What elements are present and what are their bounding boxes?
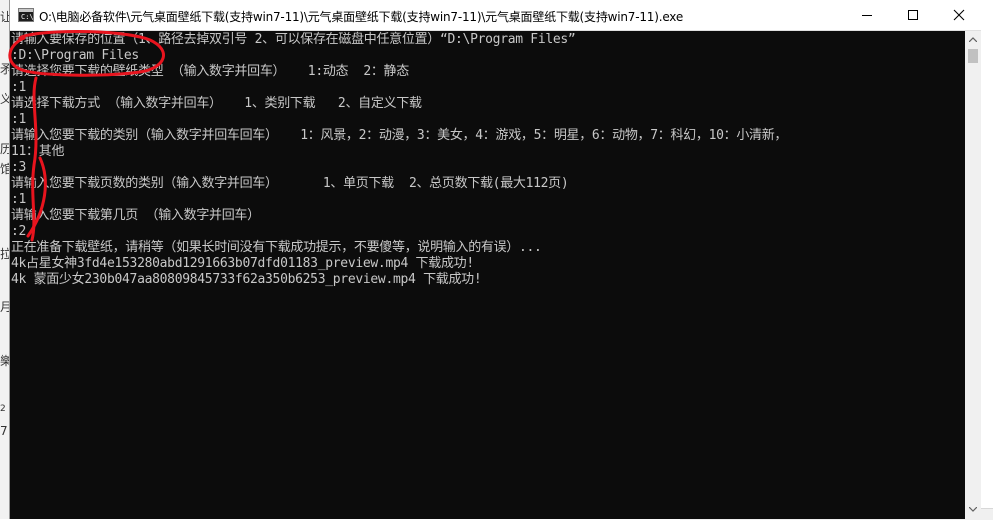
close-button[interactable] <box>936 0 982 30</box>
window-title: O:\电脑必备软件\元气桌面壁纸下载(支持win7-11)\元气桌面壁纸下载(支… <box>39 10 684 24</box>
console-line: :2 <box>11 224 27 239</box>
vertical-scrollbar[interactable] <box>965 31 981 519</box>
scrollbar-thumb[interactable] <box>968 49 978 63</box>
console-line: 请输入您要下载第几页 （输入数字并回车） <box>11 208 260 223</box>
console-line: 4k占星女神3fd4e153280abd1291663b07dfd01183_p… <box>11 256 474 271</box>
console-line: :1 <box>11 192 27 207</box>
maximize-icon <box>908 10 918 20</box>
chevron-down-icon <box>969 507 977 512</box>
console-window: C:\ O:\电脑必备软件\元气桌面壁纸下载(支持win7-11)\元气桌面壁纸… <box>9 0 981 519</box>
console-line: :1 <box>11 80 27 95</box>
scroll-up-button[interactable] <box>965 31 981 48</box>
console-line: 请输入您要下载页数的类别（输入数字并回车） 1、单页下载 2、总页数下载(最大1… <box>11 176 569 191</box>
console-line: :3 <box>11 160 27 175</box>
close-icon <box>953 9 965 21</box>
console-line: 11：其他 <box>11 144 65 159</box>
title-bar[interactable]: C:\ O:\电脑必备软件\元气桌面壁纸下载(支持win7-11)\元气桌面壁纸… <box>10 0 981 31</box>
console-line: 请选择下载方式 （输入数字并回车） 1、类别下载 2、自定义下载 <box>11 96 422 111</box>
minimize-icon <box>862 15 872 16</box>
minimize-button[interactable] <box>844 0 890 30</box>
chevron-up-icon <box>969 37 977 42</box>
console-output[interactable]: 请输入要保存的位置（1、路径去掉双引号 2、可以保存在磁盘中任意位置）“D:\P… <box>10 31 965 519</box>
console-line: :D:\Program Files <box>11 48 139 63</box>
console-line: 正在准备下载壁纸，请稍等（如果长时间没有下载成功提示，不要傻等，说明输入的有误）… <box>11 240 542 255</box>
console-line: 4k 蒙面少女230b047aa80809845733f62a350b6253_… <box>11 272 482 287</box>
console-line: 请输入您要下载的类别（输入数字并回车回车） 1：风景，2：动漫，3：美女，4：游… <box>11 128 788 143</box>
console-line: 请输入要保存的位置（1、路径去掉双引号 2、可以保存在磁盘中任意位置）“D:\P… <box>11 32 576 47</box>
background-window-edge: 让 矛 义 历 馆 拉 月 樂 2 7 <box>0 0 12 519</box>
background-text-fragment: 7 <box>0 424 8 438</box>
console-line: 请选择您要下载的壁纸类型 （输入数字并回车） 1:动态 2：静态 <box>11 64 409 79</box>
background-text-fragment: 2 <box>0 404 6 414</box>
console-line: :1 <box>11 112 27 127</box>
console-app-icon[interactable]: C:\ <box>18 8 34 22</box>
background-desktop-right <box>980 0 993 519</box>
scroll-down-button[interactable] <box>965 501 981 518</box>
maximize-button[interactable] <box>890 0 936 30</box>
